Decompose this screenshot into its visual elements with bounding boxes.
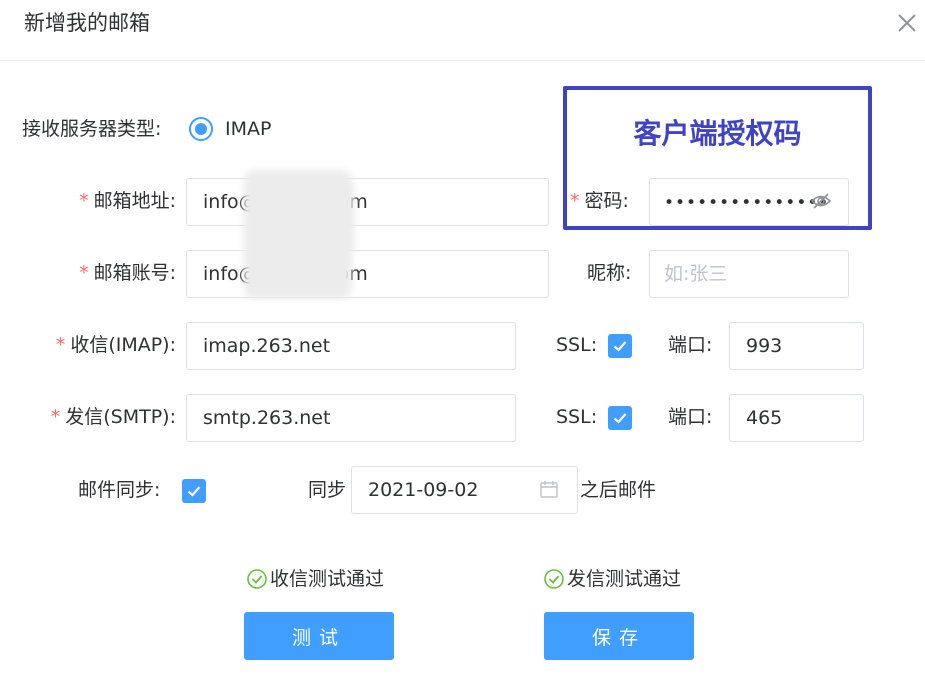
nickname-input[interactable] [649, 250, 849, 298]
eye-off-icon[interactable] [810, 191, 832, 211]
email-account-label: * 邮箱账号: [64, 258, 176, 288]
imap-port-input[interactable]: 993 [729, 322, 864, 370]
send-test-status: 发信测试通过 [543, 565, 681, 593]
test-button[interactable]: 测试 [244, 612, 394, 660]
check-icon [187, 486, 201, 497]
imap-ssl-checkbox[interactable] [608, 334, 632, 358]
imap-label: * 收信(IMAP): [40, 330, 176, 360]
smtp-port-label: 端口: [668, 406, 713, 428]
imap-port-label: 端口: [668, 334, 713, 356]
highlight-annotation: 客户端授权码 [633, 117, 802, 150]
save-button[interactable]: 保存 [544, 612, 694, 660]
sync-checkbox[interactable] [182, 479, 206, 503]
radio-dot [195, 123, 207, 135]
smtp-port-value: 465 [746, 407, 783, 429]
password-value: ••••••••••••••• [664, 193, 830, 213]
server-type-label: 接收服务器类型: [22, 118, 162, 140]
smtp-ssl-label: SSL: [556, 406, 598, 428]
check-icon [613, 413, 627, 424]
email-address-label-text: 邮箱地址: [93, 190, 176, 212]
smtp-server-value: smtp.263.net [203, 407, 331, 429]
check-circle-icon [247, 569, 267, 589]
required-asterisk: * [55, 334, 66, 356]
nickname-label: 昵称: [587, 262, 632, 284]
smtp-port-input[interactable]: 465 [729, 394, 864, 442]
email-address-input[interactable]: info@ om [186, 178, 549, 226]
imap-radio-label[interactable]: IMAP [225, 114, 271, 144]
email-account-label-text: 邮箱账号: [93, 262, 176, 284]
imap-server-input[interactable]: imap.263.net [186, 322, 516, 370]
imap-server-value: imap.263.net [203, 335, 331, 357]
calendar-icon[interactable] [539, 479, 559, 499]
required-asterisk: * [79, 190, 89, 212]
close-icon [898, 14, 916, 32]
sync-label: 邮件同步: [78, 479, 161, 501]
imap-port-value: 993 [746, 335, 783, 357]
send-test-text: 发信测试通过 [567, 568, 682, 590]
dialog-title: 新增我的邮箱 [24, 11, 150, 35]
smtp-label: * 发信(SMTP): [40, 402, 176, 432]
sync-date-value: 2021-09-02 [368, 479, 479, 501]
receive-test-text: 收信测试通过 [270, 568, 385, 590]
imap-ssl-label: SSL: [556, 334, 598, 356]
required-asterisk: * [570, 190, 580, 212]
smtp-server-input[interactable]: smtp.263.net [186, 394, 516, 442]
imap-radio[interactable] [189, 117, 213, 141]
password-label: * 密码: [570, 186, 629, 216]
sync-suffix-label: 之后邮件 [580, 479, 657, 501]
header-divider [0, 60, 925, 61]
password-label-text: 密码: [584, 190, 629, 212]
check-circle-icon [544, 569, 564, 589]
redaction-blur [250, 176, 346, 292]
sync-prefix-label: 同步 [308, 479, 347, 501]
required-asterisk: * [50, 406, 61, 428]
check-icon [613, 341, 627, 352]
email-account-input[interactable]: info@ om [186, 250, 549, 298]
receive-test-status: 收信测试通过 [246, 565, 384, 593]
smtp-label-text: 发信(SMTP): [65, 406, 176, 428]
required-asterisk: * [79, 262, 89, 284]
smtp-ssl-checkbox[interactable] [608, 406, 632, 430]
imap-label-text: 收信(IMAP): [70, 334, 176, 356]
email-address-label: * 邮箱地址: [64, 186, 176, 216]
close-button[interactable] [892, 8, 922, 38]
